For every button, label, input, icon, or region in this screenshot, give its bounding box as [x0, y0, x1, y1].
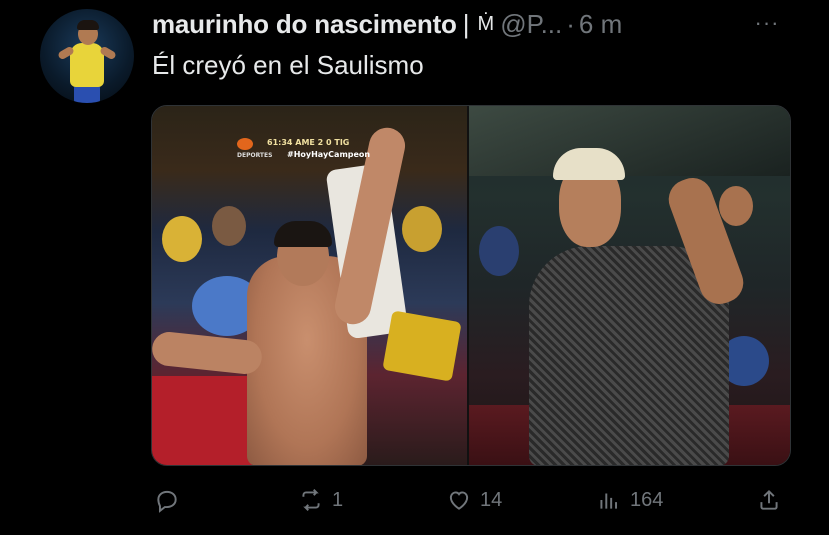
- name-separator: |: [462, 8, 470, 39]
- views-count: 164: [630, 488, 664, 511]
- scorebug-network: DEPORTES: [237, 152, 273, 159]
- retweet-icon: [302, 489, 320, 511]
- scorebug-score: 61:34 AME 2 0 TIG: [267, 138, 349, 147]
- avatar-figure-body: [70, 43, 104, 87]
- photo-right[interactable]: [469, 106, 790, 465]
- avatar-figure-hair: [77, 20, 99, 30]
- action-bar: 1 14 164: [152, 480, 792, 520]
- avatar[interactable]: [40, 9, 134, 103]
- timestamp[interactable]: 6 m: [579, 9, 622, 40]
- like-count: 14: [480, 488, 503, 511]
- retweet-button[interactable]: 1: [298, 480, 343, 520]
- reply-icon: [157, 490, 177, 513]
- crowd-figure: [162, 216, 202, 262]
- crowd-figure: [212, 206, 246, 246]
- tv-scorebug: DEPORTES 61:34 AME 2 0 TIG #HoyHayCampeo…: [237, 136, 387, 162]
- tweet-text: Él creyó en el Saulismo: [152, 50, 424, 80]
- scorebug-teams: AME 2 0 TIG: [295, 138, 350, 147]
- dot-separator: ·: [566, 8, 575, 39]
- heart-icon: [449, 491, 469, 510]
- more-icon: ···: [754, 10, 780, 35]
- fan-hair: [274, 221, 332, 247]
- retweet-count: 1: [332, 488, 344, 511]
- red-jersey: [152, 376, 252, 465]
- photo-left[interactable]: DEPORTES 61:34 AME 2 0 TIG #HoyHayCampeo…: [152, 106, 467, 465]
- display-name[interactable]: maurinho do nascimento: [152, 9, 457, 40]
- crowd-figure: [402, 206, 442, 252]
- more-options-button[interactable]: ···: [747, 8, 787, 38]
- scorebug-time: 61:34: [267, 138, 293, 147]
- profile-badge-icon: Ṁ: [477, 12, 495, 35]
- views-button[interactable]: 164: [596, 480, 663, 520]
- stadium-roof: [469, 106, 790, 176]
- yellow-flag: [382, 310, 462, 382]
- avatar-figure-legs: [74, 85, 100, 103]
- crowd-figure: [479, 226, 519, 276]
- user-handle[interactable]: @P...: [500, 9, 562, 40]
- broadcaster-logo-icon: [237, 138, 253, 150]
- fan-fist: [719, 186, 753, 226]
- like-button[interactable]: 14: [446, 480, 502, 520]
- reply-button[interactable]: [154, 480, 188, 520]
- share-icon: [760, 489, 778, 510]
- scorebug-hashtag: #HoyHayCampeon: [287, 150, 371, 159]
- tweet-header: maurinho do nascimento | Ṁ @P... · 6 m: [152, 6, 769, 42]
- media-grid: DEPORTES 61:34 AME 2 0 TIG #HoyHayCampeo…: [151, 105, 791, 466]
- views-icon: [600, 493, 618, 509]
- share-button[interactable]: [756, 480, 782, 520]
